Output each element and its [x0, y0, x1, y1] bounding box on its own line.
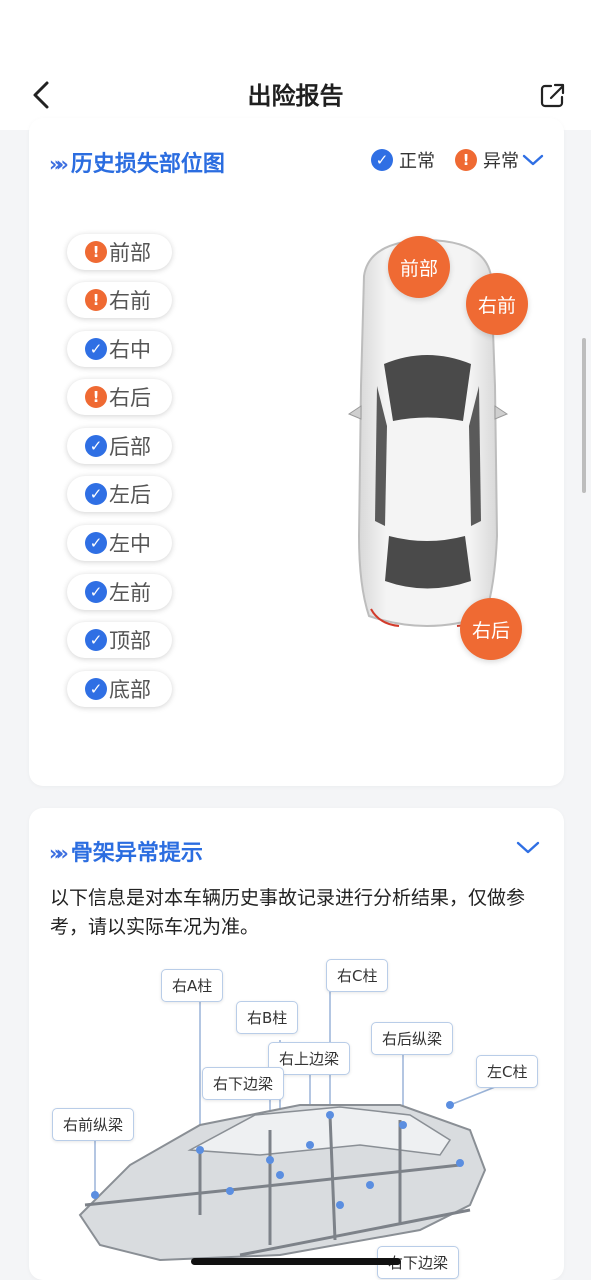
- damage-bubble-right-front[interactable]: 右前: [466, 273, 528, 335]
- check-circle-icon: ✓: [85, 581, 107, 603]
- part-pill-roof[interactable]: ✓ 顶部: [67, 622, 172, 658]
- check-circle-icon: ✓: [85, 629, 107, 651]
- scrollbar[interactable]: [582, 338, 586, 493]
- part-label: 前部: [109, 241, 151, 265]
- legend-abnormal-toggle[interactable]: ! 异常: [455, 147, 545, 173]
- part-pill-underbody[interactable]: ✓ 底部: [67, 671, 172, 707]
- part-label: 顶部: [109, 629, 151, 653]
- collapse-toggle[interactable]: [515, 838, 541, 860]
- exclamation-circle-icon: !: [455, 149, 477, 171]
- exclamation-circle-icon: !: [85, 289, 107, 311]
- share-button[interactable]: [538, 80, 568, 110]
- exclamation-circle-icon: !: [85, 241, 107, 263]
- section-title: »» 骨架异常提示: [49, 835, 203, 867]
- legend-normal-label: 正常: [399, 151, 435, 172]
- part-pill-rear[interactable]: ✓ 后部: [67, 428, 172, 464]
- check-circle-icon: ✓: [85, 678, 107, 700]
- part-label: 右中: [109, 338, 151, 362]
- part-pill-left-front[interactable]: ✓ 左前: [67, 574, 172, 610]
- part-label: 右前: [109, 289, 151, 313]
- double-chevron-icon: »»: [49, 152, 69, 176]
- section-title-text: 历史损失部位图: [70, 152, 225, 177]
- double-chevron-icon: »»: [49, 841, 69, 865]
- check-circle-icon: ✓: [85, 338, 107, 360]
- damage-bubble-right-rear[interactable]: 右后: [460, 598, 522, 660]
- part-label: 左中: [109, 532, 151, 556]
- frame-label-left-c-pillar: 左C柱: [476, 1055, 539, 1088]
- part-pill-front[interactable]: ! 前部: [67, 234, 172, 270]
- part-pill-right-middle[interactable]: ✓ 右中: [67, 331, 172, 367]
- check-circle-icon: ✓: [85, 532, 107, 554]
- chevron-down-icon: [522, 154, 544, 166]
- page-title: 出险报告: [247, 82, 344, 110]
- legend: ✓ 正常: [371, 147, 435, 173]
- part-pill-right-front[interactable]: ! 右前: [67, 282, 172, 318]
- part-label: 右后: [109, 386, 151, 410]
- check-circle-icon: ✓: [85, 435, 107, 457]
- chevron-down-icon: [516, 841, 540, 854]
- frame-label-right-c-pillar: 右C柱: [326, 959, 389, 992]
- check-circle-icon: ✓: [85, 483, 107, 505]
- frame-label-right-b-pillar: 右B柱: [236, 1001, 299, 1034]
- frame-label-right-rear-rail: 右后纵梁: [371, 1022, 454, 1055]
- section-title: »» 历史损失部位图: [49, 146, 225, 178]
- share-icon: [540, 83, 565, 108]
- frame-label-right-lower-rail: 右下边梁: [202, 1067, 285, 1100]
- frame-label-right-front-rail: 右前纵梁: [52, 1108, 135, 1141]
- part-pill-right-rear[interactable]: ! 右后: [67, 379, 172, 415]
- part-label: 底部: [109, 678, 151, 702]
- part-label: 后部: [109, 435, 151, 459]
- damage-bubble-front[interactable]: 前部: [388, 236, 450, 298]
- part-label: 左后: [109, 483, 151, 507]
- exclamation-circle-icon: !: [85, 386, 107, 408]
- part-label: 左前: [109, 581, 151, 605]
- part-pill-left-rear[interactable]: ✓ 左后: [67, 476, 172, 512]
- part-pill-left-middle[interactable]: ✓ 左中: [67, 525, 172, 561]
- frame-label-right-a-pillar: 右A柱: [161, 969, 224, 1002]
- check-circle-icon: ✓: [371, 149, 393, 171]
- section-title-text: 骨架异常提示: [70, 841, 203, 866]
- disclaimer-text: 以下信息是对本车辆历史事故记录进行分析结果，仅做参考，请以实际车况为准。: [50, 887, 526, 938]
- home-indicator[interactable]: [191, 1258, 401, 1265]
- legend-abnormal-label: 异常: [483, 151, 519, 172]
